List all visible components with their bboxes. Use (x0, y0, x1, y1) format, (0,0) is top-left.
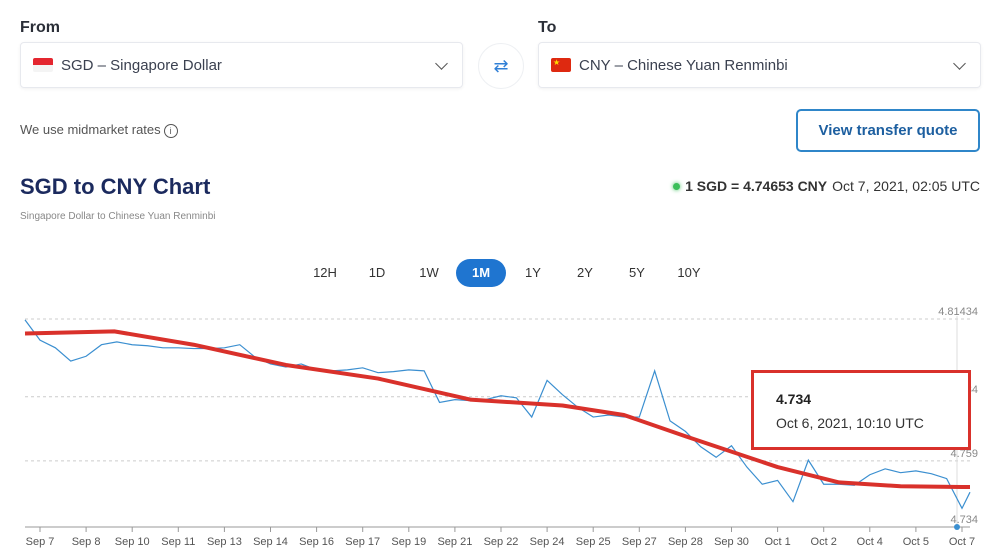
x-tick-label: Sep 13 (207, 536, 242, 548)
x-tick-label: Sep 27 (622, 536, 657, 548)
y-tick-label: 4.81434 (938, 306, 978, 318)
x-tick-label: Oct 5 (903, 536, 929, 548)
x-tick-label: Oct 1 (764, 536, 790, 548)
x-tick-label: Sep 14 (253, 536, 288, 548)
x-tick-label: Oct 2 (811, 536, 837, 548)
x-tick-label: Sep 7 (26, 536, 55, 548)
tooltip-time: Oct 6, 2021, 10:10 UTC (776, 415, 924, 431)
x-tick-label: Sep 10 (115, 536, 150, 548)
x-tick-label: Sep 8 (72, 536, 101, 548)
tooltip-value: 4.734 (776, 391, 812, 407)
x-tick-label: Sep 28 (668, 536, 703, 548)
y-tick-label: 4.734 (950, 514, 978, 526)
x-tick-label: Oct 4 (857, 536, 883, 548)
x-tick-label: Sep 22 (484, 536, 519, 548)
x-tick-label: Sep 21 (437, 536, 472, 548)
chart-tooltip: 4.734 Oct 6, 2021, 10:10 UTC (751, 370, 971, 450)
x-tick-label: Sep 19 (391, 536, 426, 548)
x-tick-label: Oct 7 (949, 536, 975, 548)
x-tick-label: Sep 17 (345, 536, 380, 548)
x-tick-label: Sep 24 (530, 536, 565, 548)
x-tick-label: Sep 16 (299, 536, 334, 548)
rate-chart: 4.814344.7844.7594.734Sep 7Sep 8Sep 10Se… (24, 306, 978, 548)
hover-point (954, 524, 960, 530)
x-tick-label: Sep 11 (161, 536, 195, 548)
x-tick-label: Sep 30 (714, 536, 749, 548)
x-tick-label: Sep 25 (576, 536, 611, 548)
